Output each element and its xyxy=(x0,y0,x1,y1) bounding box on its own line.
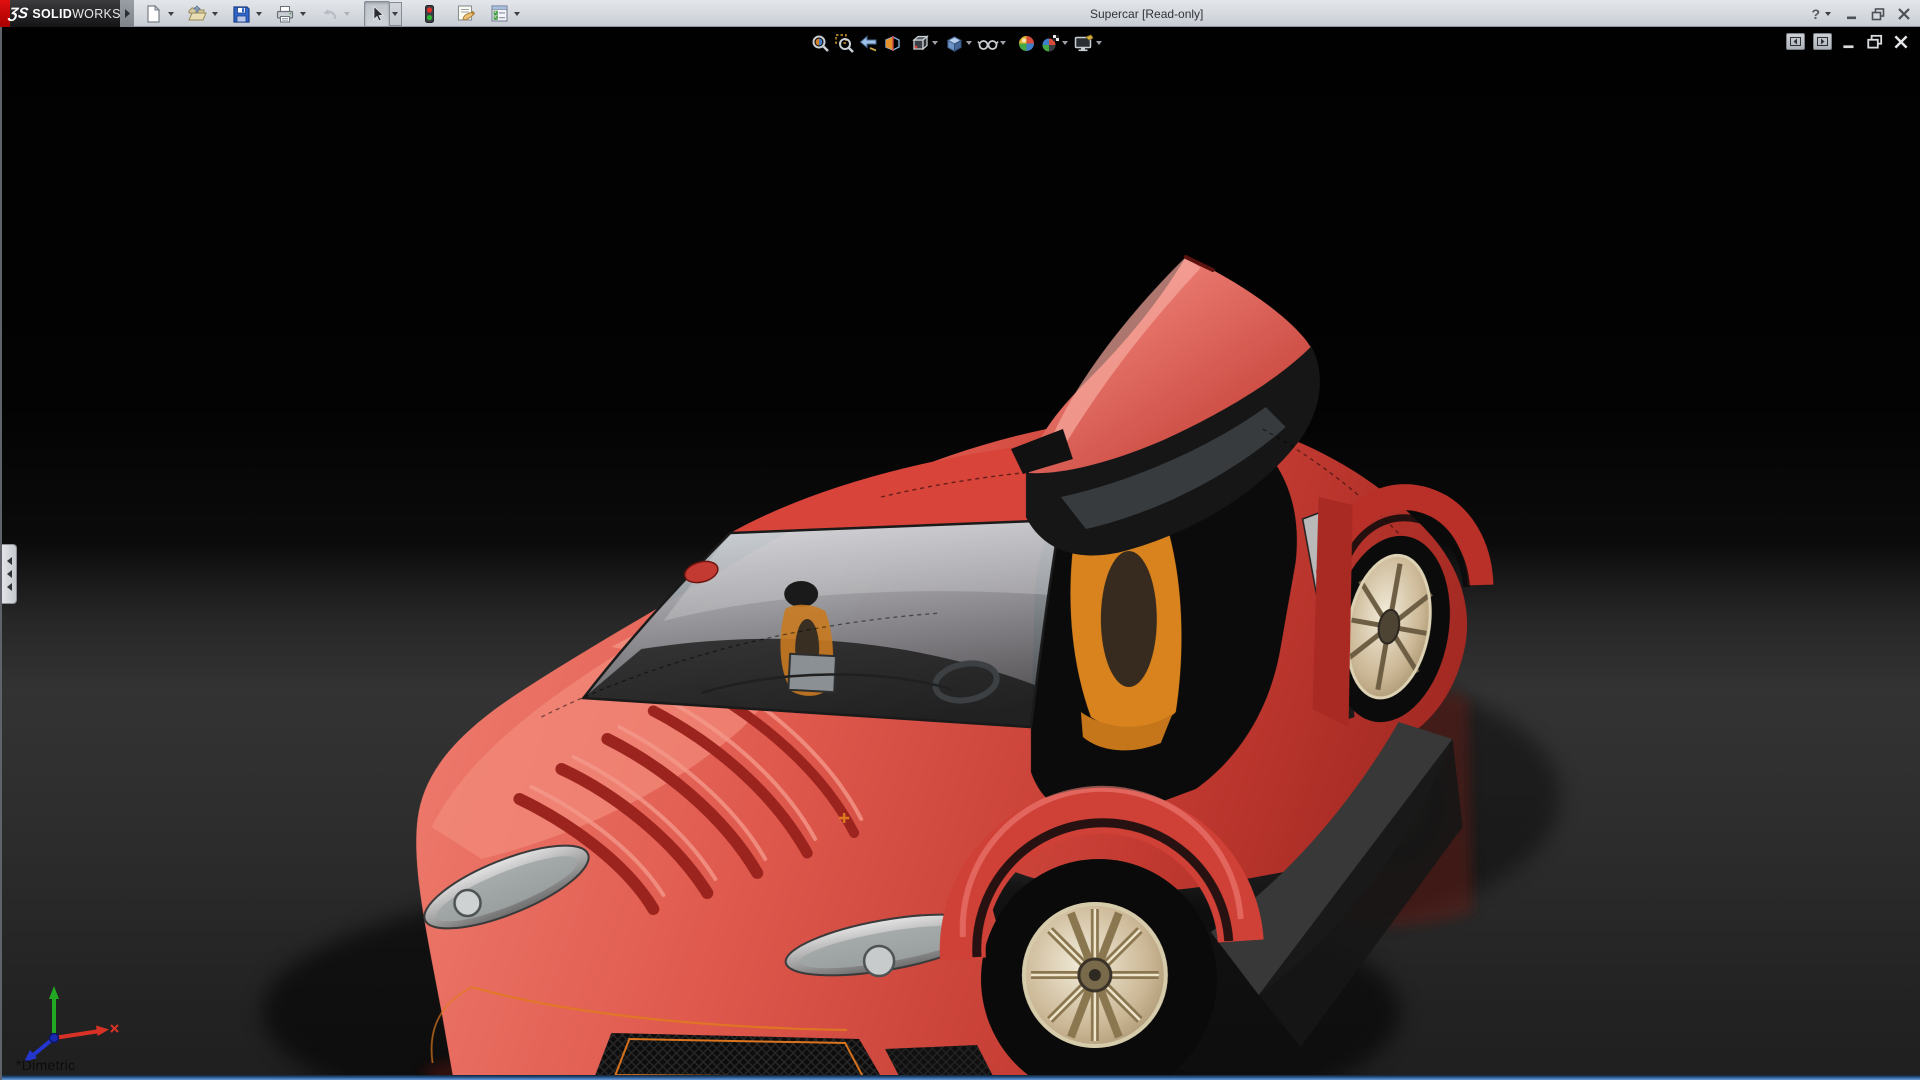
view-settings-icon xyxy=(1074,34,1094,51)
appearance-ball-icon xyxy=(1018,35,1034,51)
apply-scene-button[interactable] xyxy=(1038,31,1062,55)
view-orientation-button[interactable] xyxy=(908,31,932,55)
brand-text-bold: SOLID xyxy=(32,6,73,21)
apply-scene-icon xyxy=(1042,34,1059,51)
reference-triad xyxy=(24,986,119,1062)
right-lamp xyxy=(862,944,896,978)
solidworks-window: ƷS SOLID WORKS Supercar [Read-only] ? *D… xyxy=(0,0,1920,1080)
restore-button[interactable] xyxy=(1870,6,1886,22)
zoom-to-area-icon xyxy=(834,33,854,53)
undo-dropdown[interactable] xyxy=(342,2,354,26)
hide-show-items-button[interactable] xyxy=(976,31,1000,55)
document-window-controls xyxy=(1786,33,1910,50)
minimize-button[interactable] xyxy=(1844,6,1860,22)
view-settings-dropdown[interactable] xyxy=(1096,41,1102,45)
taskbar-edge xyxy=(2,1075,1920,1080)
undo-arrow-icon xyxy=(323,8,337,19)
chevron-right-icon xyxy=(124,9,130,18)
save-dropdown[interactable] xyxy=(254,2,266,26)
3ds-logo-mark: ƷS xyxy=(8,5,30,22)
apply-scene-dropdown[interactable] xyxy=(1062,41,1068,45)
zoom-to-fit-icon xyxy=(812,35,829,52)
collapse-panel-right-button[interactable] xyxy=(1813,33,1832,50)
display-style-dropdown[interactable] xyxy=(966,41,972,45)
y-axis-arrow xyxy=(49,986,59,999)
print-button[interactable] xyxy=(272,1,298,27)
printer-icon xyxy=(276,5,294,22)
previous-view-icon xyxy=(859,34,876,51)
new-document-dropdown[interactable] xyxy=(166,2,178,26)
collapse-panel-left-button[interactable] xyxy=(1786,33,1805,50)
section-view-button[interactable] xyxy=(880,31,904,55)
select-cursor-icon xyxy=(373,5,384,21)
traffic-light-icon xyxy=(425,4,434,23)
panel-right-icon xyxy=(1817,37,1828,46)
previous-view-button[interactable] xyxy=(856,31,880,55)
doc-restore-button[interactable] xyxy=(1866,34,1884,50)
close-button[interactable] xyxy=(1896,6,1912,22)
brand-text-light: WORKS xyxy=(72,6,121,21)
view-orientation-label: *Dimetric xyxy=(16,1057,76,1073)
windshield xyxy=(580,518,1062,729)
print-dropdown[interactable] xyxy=(298,2,310,26)
main-toolbar xyxy=(140,0,530,27)
eyeglasses-icon xyxy=(977,39,999,50)
feature-manager-collapsed-tab[interactable] xyxy=(2,544,17,604)
select-tool-dropdown[interactable] xyxy=(390,1,402,26)
open-dropdown[interactable] xyxy=(210,2,222,26)
chevron-left-icon xyxy=(6,583,12,591)
section-view-icon xyxy=(884,35,900,51)
heads-up-view-toolbar xyxy=(808,30,1106,56)
doc-close-button[interactable] xyxy=(1892,34,1910,50)
graphics-viewport[interactable]: *Dimetric xyxy=(0,27,1920,1080)
file-properties-icon xyxy=(457,5,475,21)
options-button[interactable] xyxy=(486,1,512,27)
help-icon: ? xyxy=(1811,5,1820,22)
menu-expander-button[interactable] xyxy=(120,0,134,27)
x-axis-arrow xyxy=(96,1025,109,1036)
window-title: Supercar [Read-only] xyxy=(1090,6,1204,21)
file-properties-button[interactable] xyxy=(452,1,478,27)
view-settings-button[interactable] xyxy=(1072,31,1096,55)
panel-left-icon xyxy=(1790,37,1801,46)
help-dropdown-caret xyxy=(1825,11,1831,16)
options-checklist-icon xyxy=(490,5,508,22)
save-button[interactable] xyxy=(228,1,254,27)
select-tool-button[interactable] xyxy=(364,0,390,27)
new-document-button[interactable] xyxy=(140,1,166,27)
app-window-controls: ? xyxy=(1811,0,1912,27)
zoom-to-area-button[interactable] xyxy=(832,31,856,55)
hide-show-items-dropdown[interactable] xyxy=(1000,41,1006,45)
zoom-to-fit-button[interactable] xyxy=(808,31,832,55)
undo-button[interactable] xyxy=(316,1,342,27)
left-lamp xyxy=(453,888,482,918)
help-button[interactable]: ? xyxy=(1811,6,1834,22)
chevron-left-icon xyxy=(6,557,12,565)
new-document-icon xyxy=(147,4,161,23)
title-bar: ƷS SOLID WORKS Supercar [Read-only] ? xyxy=(0,0,1920,27)
supercar-3d-model[interactable] xyxy=(2,27,1920,1080)
view-orientation-cube-icon xyxy=(911,34,929,50)
save-floppy-icon xyxy=(233,5,250,23)
open-button[interactable] xyxy=(184,1,210,27)
open-folder-icon xyxy=(188,4,207,20)
display-style-cube-icon xyxy=(946,35,962,52)
options-dropdown[interactable] xyxy=(512,2,524,26)
display-style-button[interactable] xyxy=(942,31,966,55)
solidworks-logo: ƷS SOLID WORKS xyxy=(8,0,121,27)
view-orientation-dropdown[interactable] xyxy=(932,41,938,45)
doc-minimize-button[interactable] xyxy=(1840,34,1858,50)
rebuild-button[interactable] xyxy=(416,1,442,27)
chevron-left-icon xyxy=(6,570,12,578)
edit-appearance-button[interactable] xyxy=(1014,31,1038,55)
